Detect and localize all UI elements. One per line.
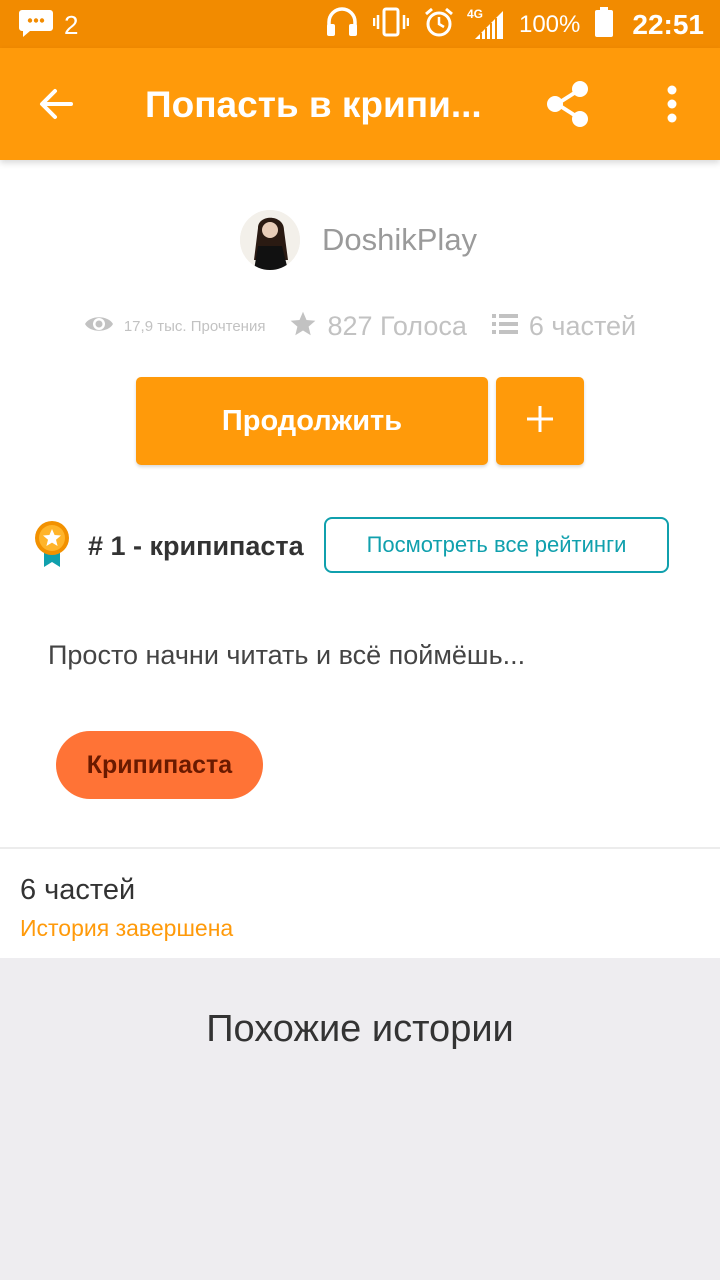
- parts-stat: 6 частей: [491, 311, 636, 342]
- star-icon: [289, 310, 317, 343]
- page-title: Попасть в крипи...: [145, 84, 482, 125]
- votes-stat: 827 Голоса: [289, 310, 467, 343]
- ranking-text: # 1 - крипипаста: [88, 531, 304, 561]
- votes-count: 827 Голоса: [327, 311, 467, 341]
- eye-icon: [84, 313, 114, 340]
- ranking: # 1 - крипипаста: [32, 520, 304, 573]
- status-bar-right: 4G 100% 22:51: [325, 6, 704, 43]
- status-bar-left: 2: [18, 8, 78, 43]
- similar-stories-title: Похожие истории: [206, 1008, 514, 1050]
- story-stats: 17,9 тыс. Прочтения 827 Голоса 6 частей: [0, 310, 720, 343]
- story-description: Просто начни читать и всё поймёшь...: [48, 640, 526, 670]
- reads-count: 17,9 тыс. Прочтения: [123, 318, 266, 335]
- battery-icon: [594, 7, 614, 42]
- status-bar: 2 4G 100% 22:51: [0, 0, 720, 48]
- clock: 22:51: [632, 8, 704, 40]
- plus-icon: [525, 404, 555, 439]
- more-options-button[interactable]: [652, 78, 692, 134]
- app-bar: Попасть в крипи...: [0, 48, 720, 160]
- avatar: [240, 210, 300, 270]
- signal-icon: 4G: [466, 6, 505, 41]
- divider: [0, 847, 720, 849]
- notification-count: 2: [64, 10, 79, 40]
- message-icon: [18, 8, 54, 43]
- story-status: История завершена: [20, 915, 234, 941]
- view-all-ratings-button[interactable]: Посмотреть все рейтинги: [324, 517, 669, 573]
- parts-title[interactable]: 6 частей: [20, 874, 135, 907]
- medal-icon: [32, 520, 72, 573]
- add-to-library-button[interactable]: [496, 377, 584, 465]
- back-button[interactable]: [32, 82, 80, 130]
- tag-chip[interactable]: Крипипаста: [56, 731, 263, 799]
- alarm-icon: [423, 6, 455, 43]
- headphones-icon: [325, 6, 359, 43]
- arrow-left-icon: [38, 86, 74, 127]
- battery-percent: 100%: [518, 10, 581, 38]
- similar-stories-section: Похожие истории: [0, 958, 720, 1280]
- parts-count: 6 частей: [528, 311, 637, 341]
- share-button[interactable]: [540, 78, 596, 134]
- more-vertical-icon: [666, 84, 678, 129]
- vibrate-icon: [372, 6, 410, 43]
- network-type: 4G: [466, 6, 483, 21]
- reads-stat: 17,9 тыс. Прочтения: [84, 313, 266, 340]
- author[interactable]: DoshikPlay: [240, 210, 477, 270]
- list-icon: [491, 312, 519, 341]
- author-name[interactable]: DoshikPlay: [322, 222, 477, 258]
- continue-reading-button[interactable]: Продолжить: [136, 377, 488, 465]
- share-icon: [543, 79, 593, 134]
